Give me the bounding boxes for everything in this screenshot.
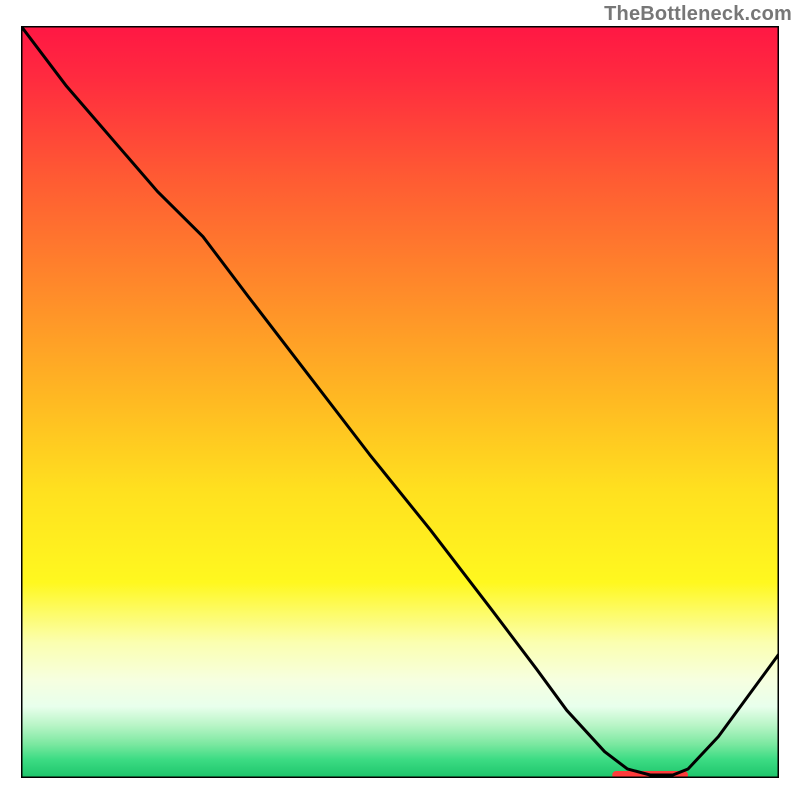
plot-area bbox=[21, 26, 779, 778]
gradient-background bbox=[21, 26, 779, 778]
chart-container: TheBottleneck.com bbox=[0, 0, 800, 800]
watermark-text: TheBottleneck.com bbox=[604, 3, 792, 26]
chart-svg bbox=[21, 26, 779, 778]
